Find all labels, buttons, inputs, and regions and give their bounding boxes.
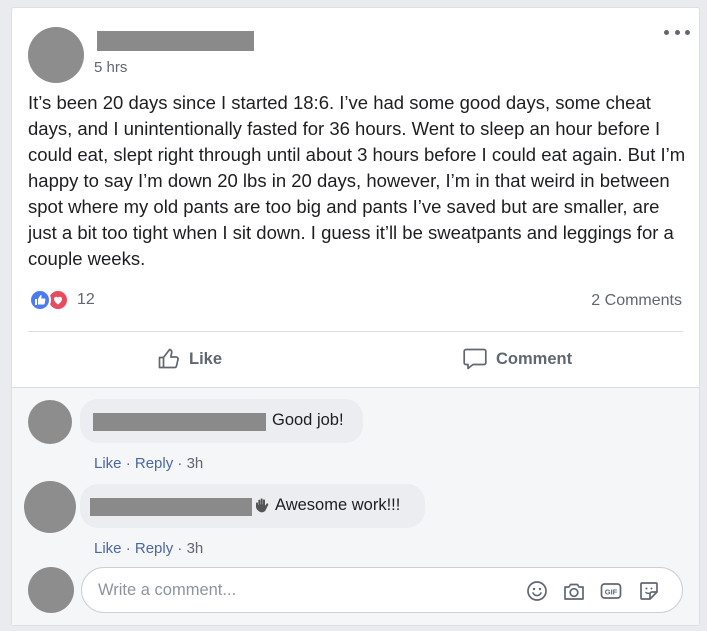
post-text: It’s been 20 days since I started 18:6. … (28, 92, 686, 269)
write-comment-input[interactable] (98, 568, 498, 612)
like-button[interactable]: Like (157, 345, 222, 373)
more-options-icon[interactable] (664, 30, 690, 40)
comment-bubble: Awesome work!!! (80, 484, 425, 528)
waving-hand-icon (256, 498, 269, 513)
comment-button-label: Comment (496, 349, 573, 368)
comment-like-link[interactable]: Like (94, 540, 122, 557)
sticker-icon[interactable] (637, 579, 661, 603)
like-reaction-icon (29, 289, 51, 311)
emoji-icon[interactable] (525, 579, 549, 603)
commenter-avatar[interactable] (28, 400, 72, 444)
comments-count-link[interactable]: 2 Comments (591, 292, 682, 310)
comment-like-link[interactable]: Like (94, 455, 122, 472)
commenter-name-redacted[interactable] (90, 498, 252, 516)
comments-section: Good job! Like · Reply · 3h Awesome work… (12, 387, 699, 625)
comment-button[interactable]: Comment (462, 345, 572, 373)
comment-composer[interactable]: GIF (81, 567, 683, 613)
comment-time[interactable]: 3h (187, 540, 204, 557)
commenter-name-redacted[interactable] (93, 413, 266, 431)
camera-icon[interactable] (562, 579, 586, 603)
author-name-redacted[interactable] (97, 31, 254, 51)
comment-text: Good job! (272, 411, 344, 429)
comment-text: Awesome work!!! (275, 496, 401, 514)
thumbs-up-icon (158, 348, 179, 369)
post-card: 5 hrs It’s been 20 days since I started … (11, 7, 700, 626)
comment-bubble-icon (463, 348, 487, 370)
svg-text:GIF: GIF (605, 588, 618, 597)
reaction-count[interactable]: 12 (77, 291, 95, 309)
comment-time[interactable]: 3h (187, 455, 204, 472)
post-timestamp[interactable]: 5 hrs (94, 59, 127, 76)
commenter-avatar[interactable] (24, 481, 76, 533)
comment-reply-link[interactable]: Reply (135, 540, 173, 557)
author-avatar[interactable] (28, 27, 84, 83)
current-user-avatar[interactable] (28, 567, 74, 613)
divider (28, 331, 683, 332)
reactions-summary[interactable]: 12 (29, 287, 95, 313)
comment-bubble: Good job! (80, 399, 363, 443)
comment-reply-link[interactable]: Reply (135, 455, 173, 472)
comment-meta: Like · Reply · 3h (94, 455, 204, 472)
like-button-label: Like (189, 349, 223, 368)
comment-meta: Like · Reply · 3h (94, 540, 204, 557)
gif-icon[interactable]: GIF (599, 579, 623, 603)
